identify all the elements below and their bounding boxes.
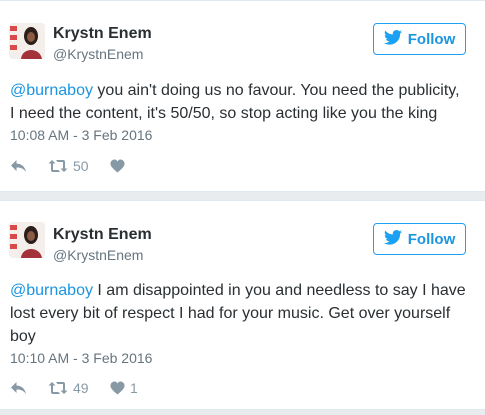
tweet-text-line: boy [10, 325, 476, 348]
tweet-text: @burnaboy I am disappointed in you and n… [10, 279, 476, 348]
tweet-text-line: @burnaboy you ain't doing us no favour. … [10, 79, 476, 102]
tweet-text-segment: I am disappointed in you and needless to… [92, 282, 466, 299]
tweet-text-segment: you ain't doing us no favour. You need t… [92, 82, 460, 99]
reply-icon [10, 159, 27, 173]
twitter-bird-icon [383, 229, 402, 249]
tweet-text-segment: boy [10, 328, 36, 345]
retweet-button[interactable]: 49 [48, 380, 110, 396]
tweet-actions: 49 1 [10, 379, 138, 397]
tweet-card: Krystn Enem @KrystnEnem Follow @burnaboy… [0, 0, 485, 192]
avatar[interactable] [9, 222, 45, 258]
tweet-actions: 50 [10, 157, 130, 175]
tweet-timestamp[interactable]: 10:08 AM - 3 Feb 2016 [10, 127, 152, 143]
tweet-text-segment: lost every bit of respect I had for your… [10, 305, 451, 322]
mention-link[interactable]: @burnaboy [10, 82, 93, 99]
tweet-text-segment: I need the content, it's 50/50, so stop … [10, 105, 438, 122]
author-handle[interactable]: @KrystnEnem [53, 247, 143, 263]
tweet-text-line: @burnaboy I am disappointed in you and n… [10, 279, 476, 302]
tweet-feed: Krystn Enem @KrystnEnem Follow @burnaboy… [0, 0, 485, 415]
heart-icon [110, 381, 125, 395]
tweet-timestamp[interactable]: 10:10 AM - 3 Feb 2016 [10, 350, 152, 366]
tweet-text-line: I need the content, it's 50/50, so stop … [10, 102, 476, 125]
heart-icon [110, 159, 125, 173]
avatar[interactable] [9, 23, 45, 59]
follow-button[interactable]: Follow [373, 23, 466, 55]
author-handle[interactable]: @KrystnEnem [53, 46, 143, 62]
follow-label: Follow [407, 230, 456, 248]
author-name[interactable]: Krystn Enem [53, 25, 152, 43]
retweet-count: 49 [73, 380, 89, 396]
like-count: 1 [130, 380, 138, 396]
retweet-icon [48, 159, 68, 173]
twitter-bird-icon [383, 29, 402, 49]
mention-link[interactable]: @burnaboy [10, 282, 93, 299]
retweet-count: 50 [73, 158, 89, 174]
retweet-icon [48, 381, 68, 395]
tweet-text: @burnaboy you ain't doing us no favour. … [10, 79, 476, 125]
reply-button[interactable] [10, 381, 48, 395]
like-button[interactable] [110, 159, 130, 173]
like-button[interactable]: 1 [110, 380, 138, 396]
follow-label: Follow [407, 30, 456, 48]
tweet-card: Krystn Enem @KrystnEnem Follow @burnaboy… [0, 200, 485, 410]
retweet-button[interactable]: 50 [48, 158, 110, 174]
author-name[interactable]: Krystn Enem [53, 226, 152, 244]
follow-button[interactable]: Follow [373, 223, 466, 255]
reply-icon [10, 381, 27, 395]
tweet-text-line: lost every bit of respect I had for your… [10, 302, 476, 325]
reply-button[interactable] [10, 159, 48, 173]
